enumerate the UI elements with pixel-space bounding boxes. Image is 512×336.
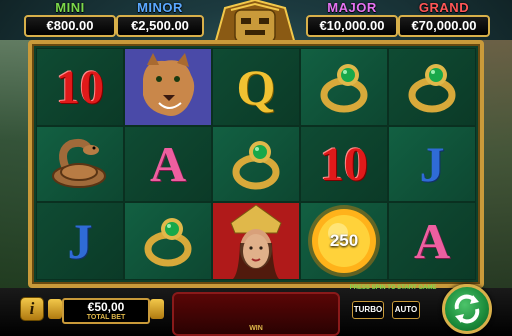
spin-arrows-icon [454,294,480,324]
emerald-ring-icon [232,141,280,190]
jackpot-grand: GRAND €70,000.00 [398,0,490,40]
reel-cell-puma [124,48,212,126]
jackpot-major: MAJOR €10,000.00 [306,0,398,40]
jackpot-mini-label: MINI [55,0,85,15]
reel-cell-princess [212,202,300,280]
reel-cell-queen: Q [212,48,300,126]
jackpot-minor-label: MINOR [137,0,183,15]
aztec-princess-icon [213,203,299,279]
symbol-ten: 10 [56,60,104,114]
sun-bonus-value: 250 [329,231,359,250]
jackpot-minor: MINOR €2,500.00 [116,0,204,40]
aztec-mask-logo [213,0,297,44]
symbol-j: J [67,213,93,269]
symbol-a: A [149,136,187,192]
reel-cell-ace: A [124,126,212,202]
win-panel: WIN [172,292,340,336]
bet-increase-button[interactable] [150,299,164,319]
puma-icon [125,49,211,125]
emerald-ring-icon [144,218,192,267]
jackpot-grand-value: €70,000.00 [398,15,490,37]
symbol-ten: 10 [320,137,368,191]
symbol-j: J [419,136,445,192]
spin-button[interactable] [442,284,492,334]
reel-cell-ace: A [388,202,476,280]
info-button[interactable]: i [20,297,44,321]
total-bet-value: €50,00 [87,300,125,314]
bet-decrease-button[interactable] [48,299,62,319]
reel-cell-snake [36,126,124,202]
press-spin-hint: PRESS SPIN TO START GAME [349,285,437,291]
jackpot-major-value: €10,000.00 [306,15,398,37]
reel-cell-ring [300,48,388,126]
reel-cell-ring [388,48,476,126]
jackpot-mini: MINI €800.00 [24,0,116,40]
reel-cell-ten: 10 [300,126,388,202]
emerald-ring-icon [408,64,456,113]
reel-cell-jack: J [388,126,476,202]
reel-cell-ring [124,202,212,280]
emerald-ring-icon [320,64,368,113]
reel-frame: 10 Q A 10 J J 250 A [28,40,484,288]
jackpot-major-label: MAJOR [327,0,377,15]
symbol-q: Q [236,59,276,115]
jackpot-grand-label: GRAND [418,0,470,15]
total-bet-label: TOTAL BET [86,314,126,321]
rattlesnake-icon [52,138,106,188]
auto-button[interactable]: AUTO [392,301,420,319]
jackpot-minor-value: €2,500.00 [116,15,204,37]
reel-cell-jack: J [36,202,124,280]
reel-cell-ten: 10 [36,48,124,126]
total-bet-display: €50,00 TOTAL BET [62,298,150,324]
reel-cell-ring [212,126,300,202]
symbol-a: A [413,213,451,269]
reel-cell-sun: 250 [300,202,388,280]
turbo-button[interactable]: TURBO [352,301,384,319]
win-label: WIN [249,325,263,332]
jackpot-mini-value: €800.00 [24,15,116,37]
reel-grid: 10 Q A 10 J J 250 A [36,48,476,280]
